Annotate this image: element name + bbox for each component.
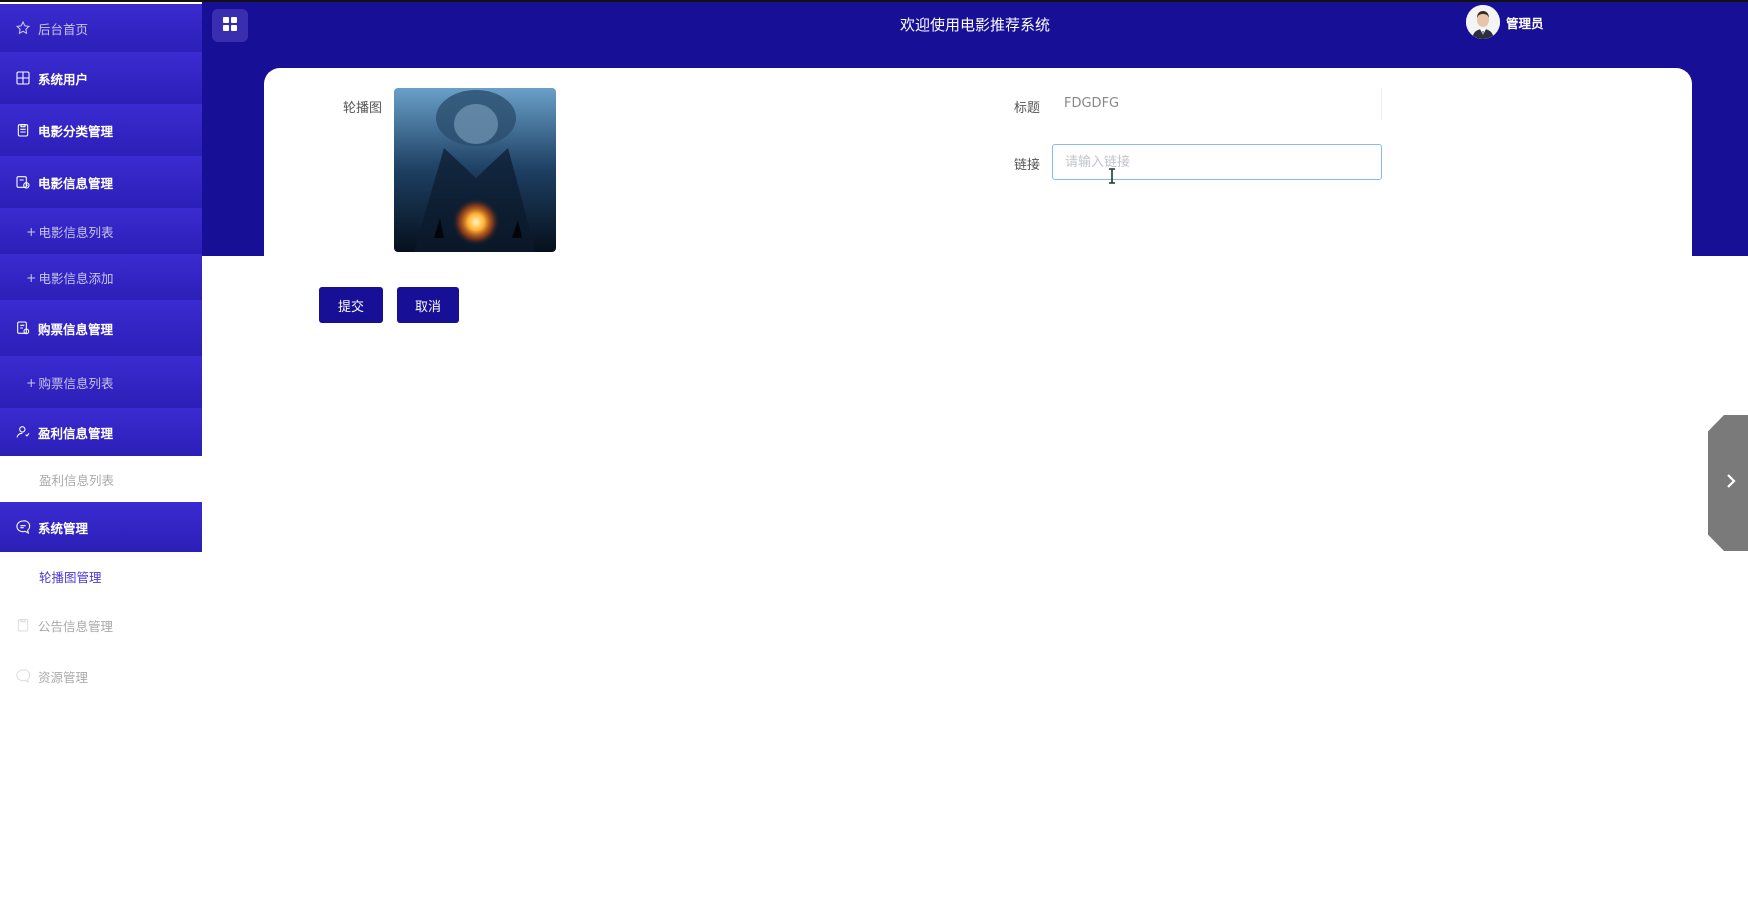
- side-drawer-toggle[interactable]: [1708, 415, 1748, 551]
- sidebar-item-label: 资源管理: [38, 669, 89, 685]
- chat-icon: [14, 667, 32, 685]
- plus-icon: +: [26, 223, 37, 239]
- link-input[interactable]: [1052, 144, 1382, 180]
- plus-icon: +: [26, 269, 37, 285]
- sidebar-item-movie-info[interactable]: 电影信息管理: [0, 156, 202, 208]
- sidebar-item-movie-category[interactable]: 电影分类管理: [0, 104, 202, 156]
- grid-icon: [14, 69, 32, 87]
- image-label: 轮播图: [343, 101, 383, 116]
- sidebar-subitem-movie-list[interactable]: + 电影信息列表: [0, 208, 202, 254]
- sidebar-subitem-movie-add[interactable]: + 电影信息添加: [0, 254, 202, 300]
- sidebar-subitem-ticket-list[interactable]: + 购票信息列表: [0, 356, 202, 408]
- sidebar-item-label: 电影信息添加: [38, 270, 114, 286]
- sidebar-item-label: 电影信息列表: [38, 224, 114, 240]
- user-icon: [14, 423, 32, 441]
- star-icon: [14, 19, 32, 37]
- chat-icon: [14, 518, 32, 536]
- sidebar-item-label: 购票信息管理: [38, 321, 114, 337]
- sidebar-item-profit-info[interactable]: 盈利信息管理: [0, 408, 202, 456]
- calendar-clock-icon: [14, 173, 32, 191]
- sidebar-item-ticket-info[interactable]: 购票信息管理: [0, 300, 202, 356]
- sidebar-item-home[interactable]: 后台首页: [0, 4, 202, 52]
- sidebar-item-label: 盈利信息管理: [38, 425, 114, 441]
- sidebar-subitem-carousel[interactable]: 轮播图管理: [0, 552, 202, 600]
- text-cursor-icon: [1109, 168, 1115, 184]
- sidebar-item-label: 购票信息列表: [38, 375, 114, 391]
- plus-icon: +: [26, 374, 37, 390]
- sidebar-item-label: 公告信息管理: [38, 618, 114, 634]
- sidebar-subitem-profit-list[interactable]: 盈利信息列表: [0, 456, 202, 502]
- sidebar-item-label: 后台首页: [38, 21, 89, 37]
- sidebar-item-label: 电影分类管理: [38, 123, 114, 139]
- clipboard-icon: [14, 121, 32, 139]
- sidebar-item-system-manage[interactable]: 系统管理: [0, 502, 202, 552]
- user-name: 管理员: [1506, 15, 1544, 31]
- title-label: 标题: [1014, 101, 1041, 116]
- sidebar-item-label: 系统用户: [38, 71, 89, 87]
- sidebar-item-label: 电影信息管理: [38, 175, 114, 191]
- sidebar-item-label: 系统管理: [38, 520, 89, 536]
- sidebar-item-label: 盈利信息列表: [39, 472, 115, 488]
- sidebar-item-notice[interactable]: 公告信息管理: [0, 600, 202, 650]
- clipboard-icon: [14, 616, 32, 634]
- carousel-image-upload[interactable]: [394, 88, 556, 252]
- sidebar-item-resource[interactable]: 资源管理: [0, 650, 202, 702]
- poster-image: [394, 88, 556, 252]
- title-field[interactable]: FDGDFG: [1052, 88, 1382, 120]
- sidebar-item-system-users[interactable]: 系统用户: [0, 52, 202, 104]
- document-search-icon: [14, 319, 32, 337]
- chevron-right-icon: [1722, 472, 1748, 494]
- sidebar: 后台首页 系统用户 电影分类管理 电影信息管理 + 电影信息列表 + 电影信息添…: [0, 2, 202, 905]
- cancel-button[interactable]: 取消: [397, 287, 459, 323]
- user-menu[interactable]: 管理员: [1466, 5, 1544, 39]
- link-label: 链接: [1014, 158, 1041, 173]
- sidebar-item-label: 轮播图管理: [39, 569, 102, 585]
- submit-button[interactable]: 提交: [319, 287, 383, 323]
- avatar: [1466, 5, 1500, 39]
